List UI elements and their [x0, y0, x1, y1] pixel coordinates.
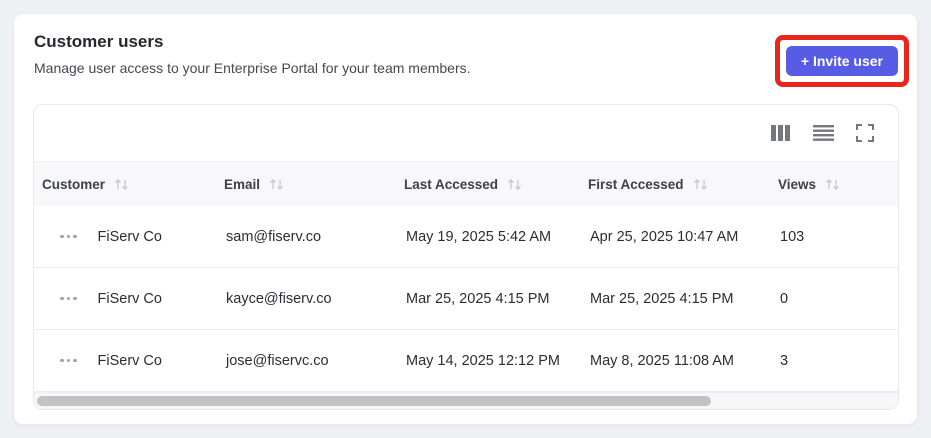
last-accessed-cell: Mar 25, 2025 4:15 PM: [406, 290, 550, 307]
column-header-views[interactable]: Views: [778, 177, 898, 192]
panel-header-text: Customer users Manage user access to you…: [34, 30, 471, 78]
column-header-label: First Accessed: [588, 176, 684, 192]
first-accessed-cell: Mar 25, 2025 4:15 PM: [590, 290, 734, 307]
views-cell: 3: [780, 352, 789, 369]
column-header-email[interactable]: Email: [224, 177, 404, 192]
dot-icon: [73, 296, 77, 301]
dot-icon: [73, 234, 77, 239]
page-subtitle: Manage user access to your Enterprise Po…: [34, 60, 471, 76]
email-cell: jose@fiservc.co: [226, 352, 329, 369]
invite-user-highlight-box: + Invite user: [774, 35, 909, 87]
dot-icon: [66, 296, 70, 301]
dot-icon: [73, 358, 77, 363]
views-cell: 103: [780, 228, 805, 245]
customer-cell: FiServ Co: [34, 291, 224, 307]
scrollbar-thumb[interactable]: [37, 396, 711, 406]
fullscreen-icon: [856, 124, 874, 142]
last-accessed-cell: May 19, 2025 5:42 AM: [406, 228, 552, 245]
invite-user-button[interactable]: + Invite user: [785, 46, 898, 76]
customer-cell: FiServ Co: [34, 229, 224, 245]
column-header-label: Customer: [42, 176, 106, 192]
page-title: Customer users: [34, 32, 164, 51]
sort-icon[interactable]: [825, 178, 840, 191]
dot-icon: [66, 358, 70, 363]
row-menu-button[interactable]: [58, 295, 79, 303]
density-icon: [812, 125, 834, 141]
customer-name: FiServ Co: [97, 228, 162, 245]
users-table-container: Customer Email Last Accessed First Acces…: [33, 104, 899, 410]
customer-name: FiServ Co: [97, 352, 162, 369]
dot-icon: [60, 358, 64, 363]
column-header-customer[interactable]: Customer: [34, 177, 224, 192]
table-row: FiServ Co kayce@fiserv.co Mar 25, 2025 4…: [34, 268, 898, 330]
dot-icon: [66, 234, 70, 239]
column-header-last-accessed[interactable]: Last Accessed: [404, 177, 588, 192]
sort-icon[interactable]: [507, 178, 522, 191]
customer-users-panel: Customer users Manage user access to you…: [13, 13, 918, 425]
customer-name: FiServ Co: [97, 290, 162, 307]
first-accessed-cell: May 8, 2025 11:08 AM: [590, 352, 735, 369]
density-button[interactable]: [812, 122, 834, 144]
table-toolbar: [34, 105, 898, 161]
email-cell: sam@fiserv.co: [226, 228, 322, 245]
views-cell: 0: [780, 290, 789, 307]
column-header-label: Email: [224, 176, 261, 192]
first-accessed-cell: Apr 25, 2025 10:47 AM: [590, 228, 739, 245]
row-menu-button[interactable]: [58, 357, 79, 365]
sort-icon[interactable]: [269, 178, 284, 191]
column-header-first-accessed[interactable]: First Accessed: [588, 177, 778, 192]
table-header-row: Customer Email Last Accessed First Acces…: [34, 161, 898, 206]
row-menu-button[interactable]: [58, 233, 79, 241]
sort-icon[interactable]: [693, 178, 708, 191]
column-header-label: Views: [778, 176, 817, 192]
column-header-label: Last Accessed: [404, 176, 499, 192]
email-cell: kayce@fiserv.co: [226, 290, 332, 307]
sort-icon[interactable]: [114, 178, 129, 191]
table-row: FiServ Co sam@fiserv.co May 19, 2025 5:4…: [34, 206, 898, 268]
dot-icon: [60, 234, 64, 239]
customer-cell: FiServ Co: [34, 353, 224, 369]
dot-icon: [60, 296, 64, 301]
panel-header: Customer users Manage user access to you…: [14, 14, 917, 87]
view-columns-button[interactable]: [770, 122, 792, 144]
horizontal-scrollbar[interactable]: [34, 392, 898, 409]
last-accessed-cell: May 14, 2025 12:12 PM: [406, 352, 560, 369]
table-row: FiServ Co jose@fiservc.co May 14, 2025 1…: [34, 330, 898, 392]
fullscreen-button[interactable]: [854, 122, 876, 144]
view-columns-icon: [771, 125, 790, 141]
